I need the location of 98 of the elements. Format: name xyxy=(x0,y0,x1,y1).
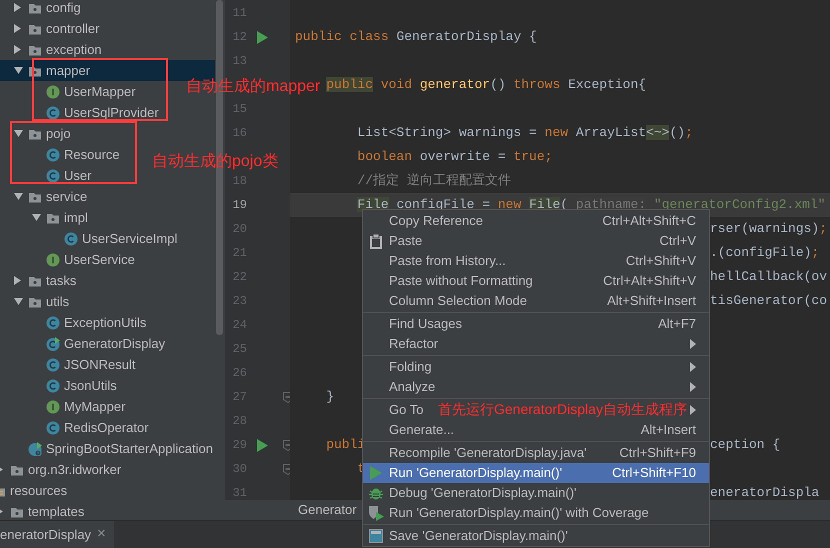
code-line: rser(warnings); xyxy=(710,220,828,238)
menu-item[interactable]: Paste from History... xyxy=(389,251,506,271)
code-line: publi xyxy=(325,436,366,454)
menu-item[interactable]: Find Usages xyxy=(389,314,462,334)
bug-icon xyxy=(369,486,383,500)
tree-item[interactable]: JSONResult xyxy=(26,354,136,375)
tree-item[interactable]: JsonUtils xyxy=(26,375,117,396)
class-icon xyxy=(46,148,60,162)
tree-item[interactable]: UserSqlProvider xyxy=(26,102,159,123)
shortcut-text: Ctrl+Shift+V xyxy=(626,252,696,270)
code-line: ception { xyxy=(710,436,780,454)
menu-item[interactable]: Save 'GeneratorDisplay.main()' xyxy=(389,526,568,546)
expanded-arrow-icon[interactable] xyxy=(32,214,40,222)
interface-icon xyxy=(46,400,60,414)
tree-item[interactable]: templates xyxy=(0,501,84,520)
menu-item[interactable]: Copy Reference xyxy=(389,211,483,231)
menu-item[interactable]: Run 'GeneratorDisplay.main()' xyxy=(389,463,562,483)
code-line: hellCallback(ov xyxy=(710,268,828,286)
tree-item[interactable]: tasks xyxy=(8,270,76,291)
class-icon xyxy=(46,168,60,182)
collapsed-arrow-icon[interactable] xyxy=(14,24,22,33)
class-icon xyxy=(46,358,60,372)
code-line: List<String> warnings = new ArrayList<~>(); xyxy=(356,124,693,142)
runnable-class-icon xyxy=(46,336,60,350)
tree-item[interactable]: exception xyxy=(8,39,102,60)
clipboard-icon xyxy=(369,234,383,248)
class-icon xyxy=(46,106,60,120)
tree-item[interactable]: ExceptionUtils xyxy=(26,312,146,333)
shortcut-text: Ctrl+Shift+F10 xyxy=(612,464,696,482)
tree-item[interactable]: User xyxy=(26,165,92,186)
class-icon xyxy=(64,232,78,246)
code-line: //指定 逆向工程配置文件 xyxy=(356,172,511,190)
collapsed-arrow-icon[interactable] xyxy=(14,45,22,54)
shortcut-text: Alt+F7 xyxy=(658,315,696,334)
tree-item[interactable]: UserMapper xyxy=(26,81,136,102)
expanded-arrow-icon[interactable] xyxy=(14,130,22,138)
annotation-text: 自动生成的mapper xyxy=(186,79,320,95)
tree-item[interactable]: UserService xyxy=(26,249,135,270)
tree-item[interactable]: pojo xyxy=(8,123,71,144)
interface-icon xyxy=(46,252,60,266)
shortcut-text: Ctrl+Alt+Shift+C xyxy=(602,212,696,230)
tree-item[interactable]: impl xyxy=(26,207,88,228)
tree-item[interactable]: RedisOperator xyxy=(26,417,149,438)
menu-item[interactable]: Recompile 'GeneratorDisplay.java' xyxy=(389,443,587,463)
run-icon xyxy=(370,466,382,480)
run-icon[interactable] xyxy=(257,438,268,452)
spring-class-icon xyxy=(28,442,42,456)
shortcut-text: Ctrl+V xyxy=(660,232,696,250)
code-line: boolean overwrite = true; xyxy=(356,148,552,166)
shortcut-text: Alt+Insert xyxy=(640,421,696,440)
shortcut-text: Ctrl+Shift+F9 xyxy=(619,444,696,462)
menu-item[interactable]: Go To xyxy=(389,400,424,420)
tree-item[interactable]: Resource xyxy=(26,144,120,165)
menu-item[interactable]: Refactor xyxy=(389,334,438,354)
tree-item[interactable]: SpringBootStarterApplication xyxy=(8,438,213,459)
code-line: eneratorDispla xyxy=(710,484,820,500)
menu-item[interactable]: Generate... xyxy=(389,420,454,440)
tree-item[interactable]: config xyxy=(8,0,81,18)
run-icon[interactable] xyxy=(257,30,268,44)
shortcut-text: Alt+Shift+Insert xyxy=(607,292,696,310)
tree-item[interactable]: org.n3r.idworker xyxy=(0,459,122,480)
collapsed-arrow-icon[interactable] xyxy=(14,3,22,12)
collapsed-arrow-icon[interactable] xyxy=(14,276,22,285)
expanded-arrow-icon[interactable] xyxy=(14,192,22,200)
class-icon xyxy=(46,420,60,434)
shield-run-icon xyxy=(368,505,384,521)
code-line: } xyxy=(325,388,334,406)
breadcrumb-item[interactable]: Generator xyxy=(298,500,357,520)
menu-item[interactable]: Paste xyxy=(389,231,422,251)
line-number: 19 xyxy=(232,198,247,212)
menu-item[interactable]: Analyze xyxy=(389,377,436,397)
tree-item[interactable]: mapper xyxy=(8,60,90,81)
class-icon xyxy=(46,316,60,330)
code-line: public class GeneratorDisplay { xyxy=(295,28,537,46)
tree-item[interactable]: service xyxy=(8,186,88,207)
code-line: tisGenerator(co xyxy=(710,292,828,310)
tree-item[interactable]: utils xyxy=(8,291,70,312)
menu-item[interactable]: Folding xyxy=(389,357,432,377)
menu-item[interactable]: Debug 'GeneratorDisplay.main()' xyxy=(389,483,577,503)
editor-tab[interactable]: eneratorDisplay × xyxy=(0,521,114,548)
tree-item[interactable]: resources xyxy=(0,480,68,501)
expanded-arrow-icon[interactable] xyxy=(14,298,22,306)
menu-item[interactable]: Column Selection Mode xyxy=(389,291,528,311)
close-icon[interactable]: × xyxy=(97,523,106,546)
code-line: .(configFile); xyxy=(710,244,820,262)
tree-item[interactable]: MyMapper xyxy=(26,396,126,417)
tree-item[interactable]: UserServiceImpl xyxy=(44,228,178,249)
menu-item[interactable]: Paste without Formatting xyxy=(389,271,533,291)
tree-item[interactable]: controller xyxy=(8,18,100,39)
window-icon xyxy=(369,529,383,543)
tree-item[interactable]: GeneratorDisplay xyxy=(26,333,166,354)
expanded-arrow-icon[interactable] xyxy=(14,66,22,74)
menu-item[interactable]: Run 'GeneratorDisplay.main()' with Coverage xyxy=(389,503,649,523)
annotation-text: 首先运行GeneratorDisplay自动生成程序 xyxy=(438,402,687,416)
interface-icon xyxy=(46,84,60,98)
shortcut-text: Ctrl+Alt+Shift+V xyxy=(603,272,696,290)
annotation-text: 自动生成的pojo类 xyxy=(152,154,278,170)
class-icon xyxy=(46,378,60,392)
